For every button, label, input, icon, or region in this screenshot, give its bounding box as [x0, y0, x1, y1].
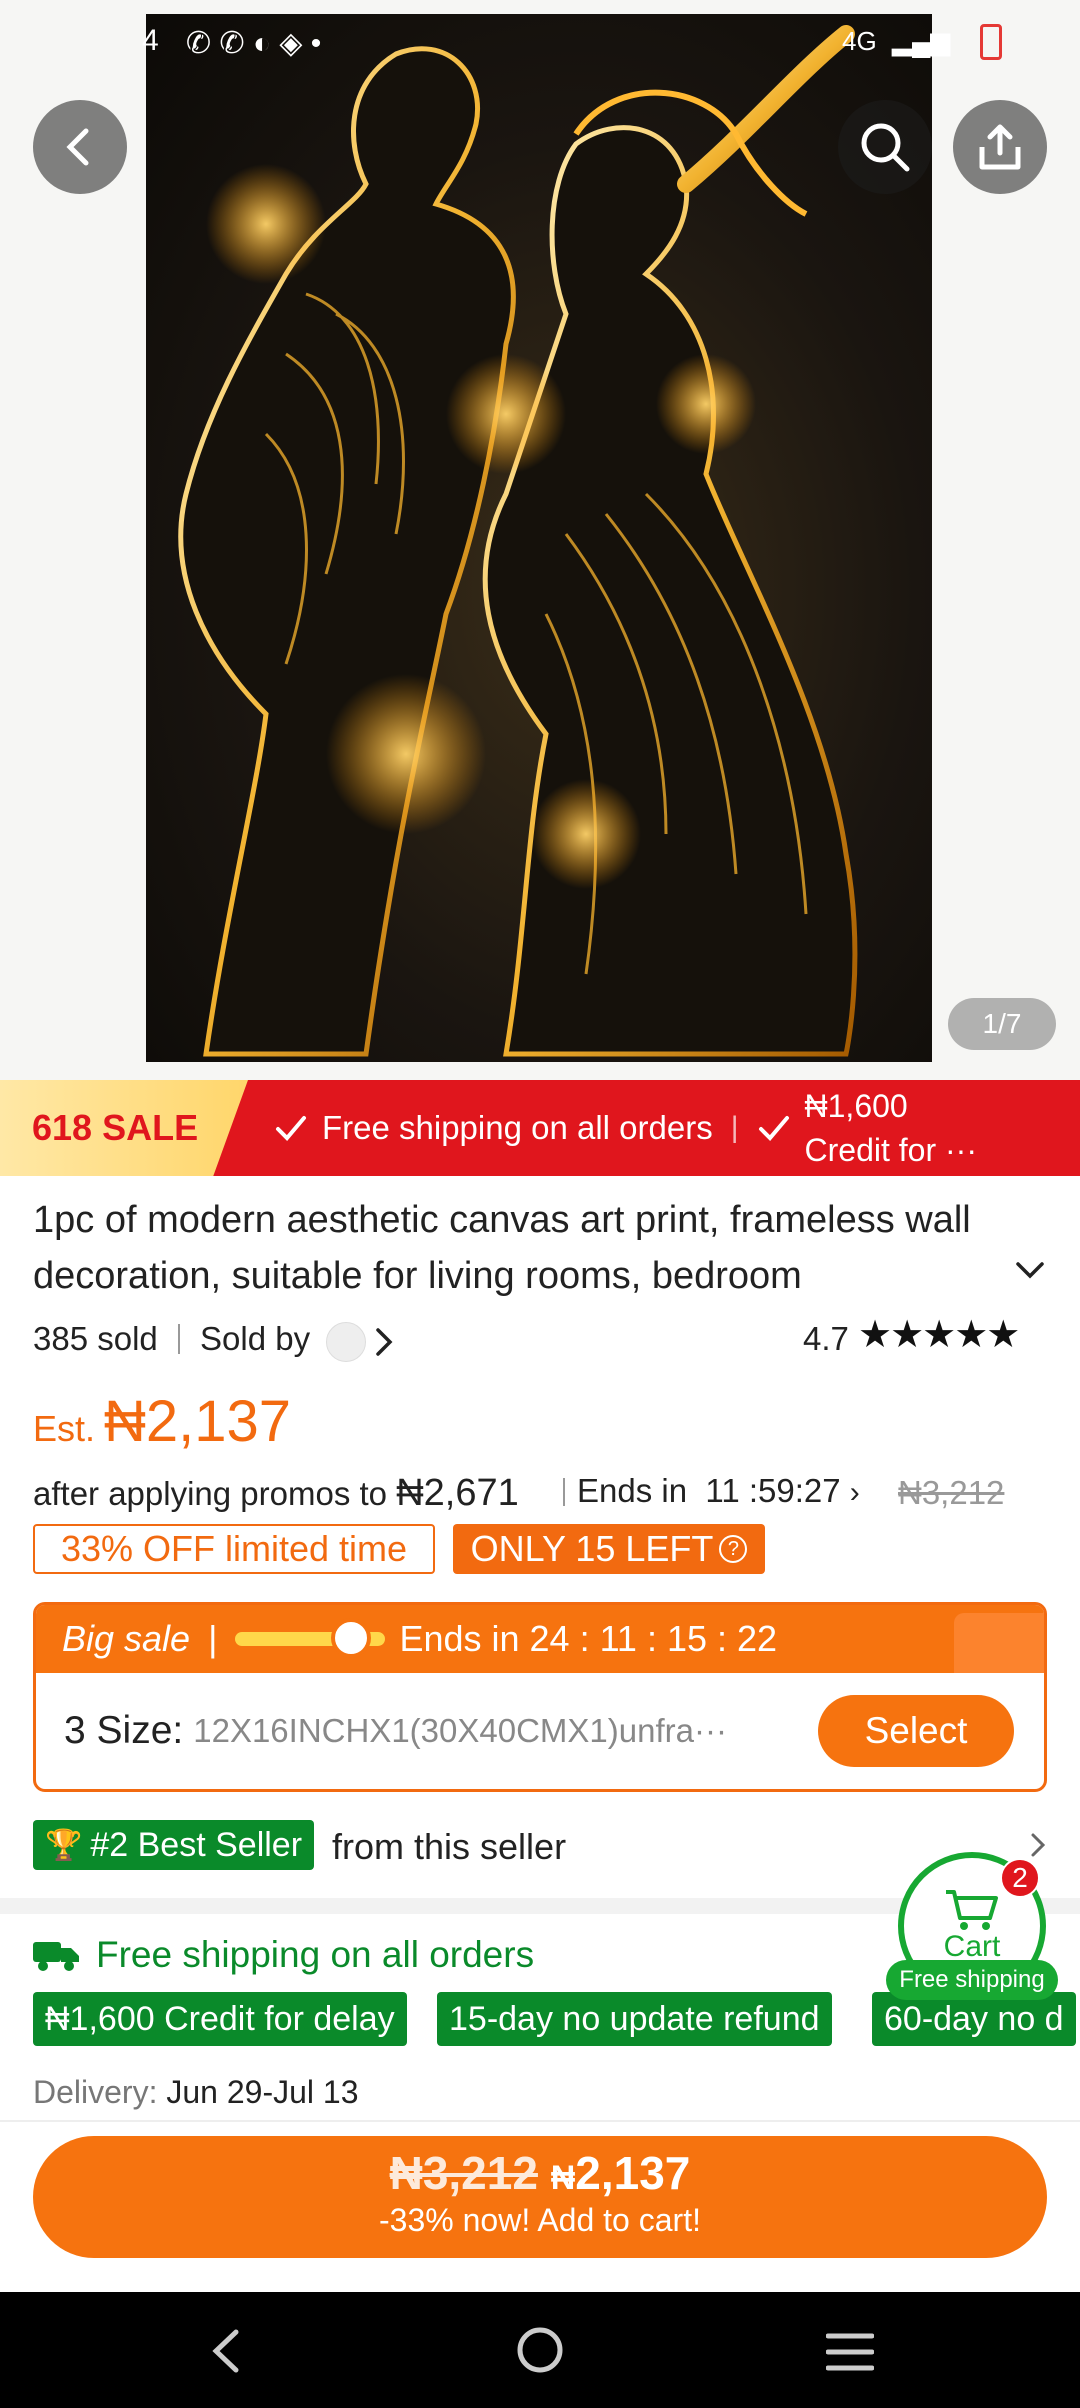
banner-item-label: Free shipping on all orders	[322, 1109, 713, 1146]
shipping-title[interactable]: Free shipping on all orders	[96, 1934, 534, 1976]
size-value: 12X16INCHX1(30X40CMX1)unfra···	[193, 1712, 727, 1749]
meta-divider	[178, 1324, 180, 1354]
discount-tag: 33% OFF limited time	[33, 1524, 435, 1574]
cart-icon	[946, 1890, 998, 1930]
best-seller-text: from this seller	[332, 1826, 567, 1867]
size-label: 3 Size:	[64, 1709, 184, 1752]
nav-home-icon[interactable]	[516, 2326, 564, 2374]
decorative-ticket-icon	[954, 1613, 1044, 1673]
truck-icon	[33, 1942, 79, 1971]
nav-menu-icon[interactable]	[826, 2332, 874, 2372]
sale-banner[interactable]: 618 SALE Free shipping on all orders | ₦…	[0, 1080, 1080, 1176]
big-sale-ends-label: Ends in	[399, 1618, 520, 1659]
stock-tag[interactable]: ONLY 15 LEFT ?	[453, 1524, 765, 1574]
est-label: Est.	[33, 1408, 96, 1449]
back-button[interactable]	[33, 100, 127, 194]
cart-label: Cart	[943, 1930, 1001, 1963]
delivery-value: Jun 29-Jul 13	[166, 2074, 359, 2110]
free-shipping-banner-item: Free shipping on all orders	[274, 1109, 713, 1147]
select-size-button[interactable]: Select	[818, 1695, 1014, 1767]
credit-banner-item: ₦1,600 Credit for ···	[757, 1084, 977, 1172]
chevron-right-icon[interactable]	[1030, 1832, 1046, 1858]
battery-icon	[980, 24, 1002, 60]
big-sale-label: Big sale	[62, 1618, 191, 1659]
shipping-tag-credit: ₦1,600 Credit for delay	[33, 1992, 407, 2046]
promo-timer: 11 :59:27	[705, 1472, 841, 1509]
trophy-icon: 🏆	[45, 1828, 83, 1862]
cart-free-shipping-badge: Free shipping	[886, 1960, 1058, 2000]
nav-back-icon[interactable]	[208, 2328, 244, 2374]
original-price: ₦3,212	[898, 1474, 1005, 1511]
big-sale-header: Big sale | Ends in 24 : 11 : 15 : 22	[36, 1605, 1044, 1673]
banner-divider: |	[730, 1111, 739, 1144]
search-button[interactable]	[838, 100, 932, 194]
credit-label: Credit for ···	[804, 1132, 977, 1168]
promo-line: after applying promos to ₦2,671	[33, 1472, 519, 1515]
network-indicator: 4G	[842, 26, 877, 56]
promo-divider	[563, 1478, 565, 1506]
chevron-right-icon[interactable]	[374, 1326, 394, 1358]
rating-stars[interactable]: ★★★★★	[858, 1312, 1020, 1357]
title-fade	[800, 1250, 990, 1306]
share-icon	[979, 124, 1021, 170]
clock-icon	[331, 1618, 372, 1658]
delivery-label: Delivery:	[33, 2074, 158, 2110]
check-icon	[276, 1116, 306, 1141]
cart-new-price: 2,137	[575, 2147, 691, 2199]
signal-icon: ▂▄▆	[892, 26, 951, 56]
share-button[interactable]	[953, 100, 1047, 194]
cart-currency: ₦	[550, 2159, 576, 2197]
shipping-tag-return: 60-day no d	[872, 1992, 1076, 2046]
bottom-divider	[0, 2120, 1080, 2122]
chevron-down-icon[interactable]	[1014, 1258, 1046, 1282]
sale-progress-bar	[235, 1618, 386, 1658]
status-time: 4	[142, 24, 159, 57]
whatsapp-icon: ✆ ✆ ◐ ◈ •	[186, 27, 322, 60]
add-to-cart-subtitle: -33% now! Add to cart!	[379, 2202, 701, 2238]
star-icon: ★★★★★	[858, 1314, 1020, 1356]
add-to-cart-price-line: ₦3,212 ₦2,137	[33, 2136, 1047, 2200]
product-image[interactable]	[146, 14, 932, 1062]
image-counter: 1/7	[948, 998, 1056, 1050]
sold-by-label: Sold by	[200, 1320, 311, 1357]
big-sale-divider: |	[208, 1618, 218, 1659]
delivery-line: Delivery: Jun 29-Jul 13	[33, 2074, 358, 2111]
seller-avatar[interactable]	[326, 1322, 366, 1362]
chevron-right-icon: ›	[849, 1476, 860, 1509]
credit-amount: ₦1,600	[804, 1088, 908, 1124]
help-icon: ?	[719, 1535, 748, 1563]
product-image-gallery[interactable]: 4 ✆ ✆ ◐ ◈ • 4G ▂▄▆ 1/7	[0, 0, 1080, 1080]
check-icon	[758, 1116, 789, 1141]
chevron-left-icon	[66, 128, 89, 166]
search-icon	[861, 123, 910, 172]
big-sale-timer: 24 : 11 : 15 : 22	[529, 1618, 778, 1659]
shipping-tag-refund: 15-day no update refund	[437, 1992, 832, 2046]
cart-count-badge: 2	[1000, 1858, 1040, 1898]
system-nav-bar	[0, 2292, 1080, 2408]
rating-value: 4.7	[803, 1320, 849, 1357]
best-seller-badge: 🏆 #2 Best Seller	[33, 1820, 315, 1870]
promo-value: ₦2,671	[396, 1472, 519, 1514]
sale-tag: 618 SALE	[0, 1080, 248, 1176]
dancing-couple-illustration	[178, 25, 858, 1057]
status-bar: 4 ✆ ✆ ◐ ◈ • 4G ▂▄▆	[0, 0, 1080, 90]
promo-text: after applying promos to	[33, 1475, 388, 1512]
cart-old-price: ₦3,212	[389, 2147, 538, 2199]
promo-countdown[interactable]: Ends in 11 :59:27 ›	[577, 1472, 860, 1510]
est-price: ₦2,137	[104, 1389, 292, 1454]
sold-count: 385 sold	[33, 1320, 158, 1357]
add-to-cart-button[interactable]: ₦3,212 ₦2,137 -33% now! Add to cart!	[33, 2136, 1047, 2258]
